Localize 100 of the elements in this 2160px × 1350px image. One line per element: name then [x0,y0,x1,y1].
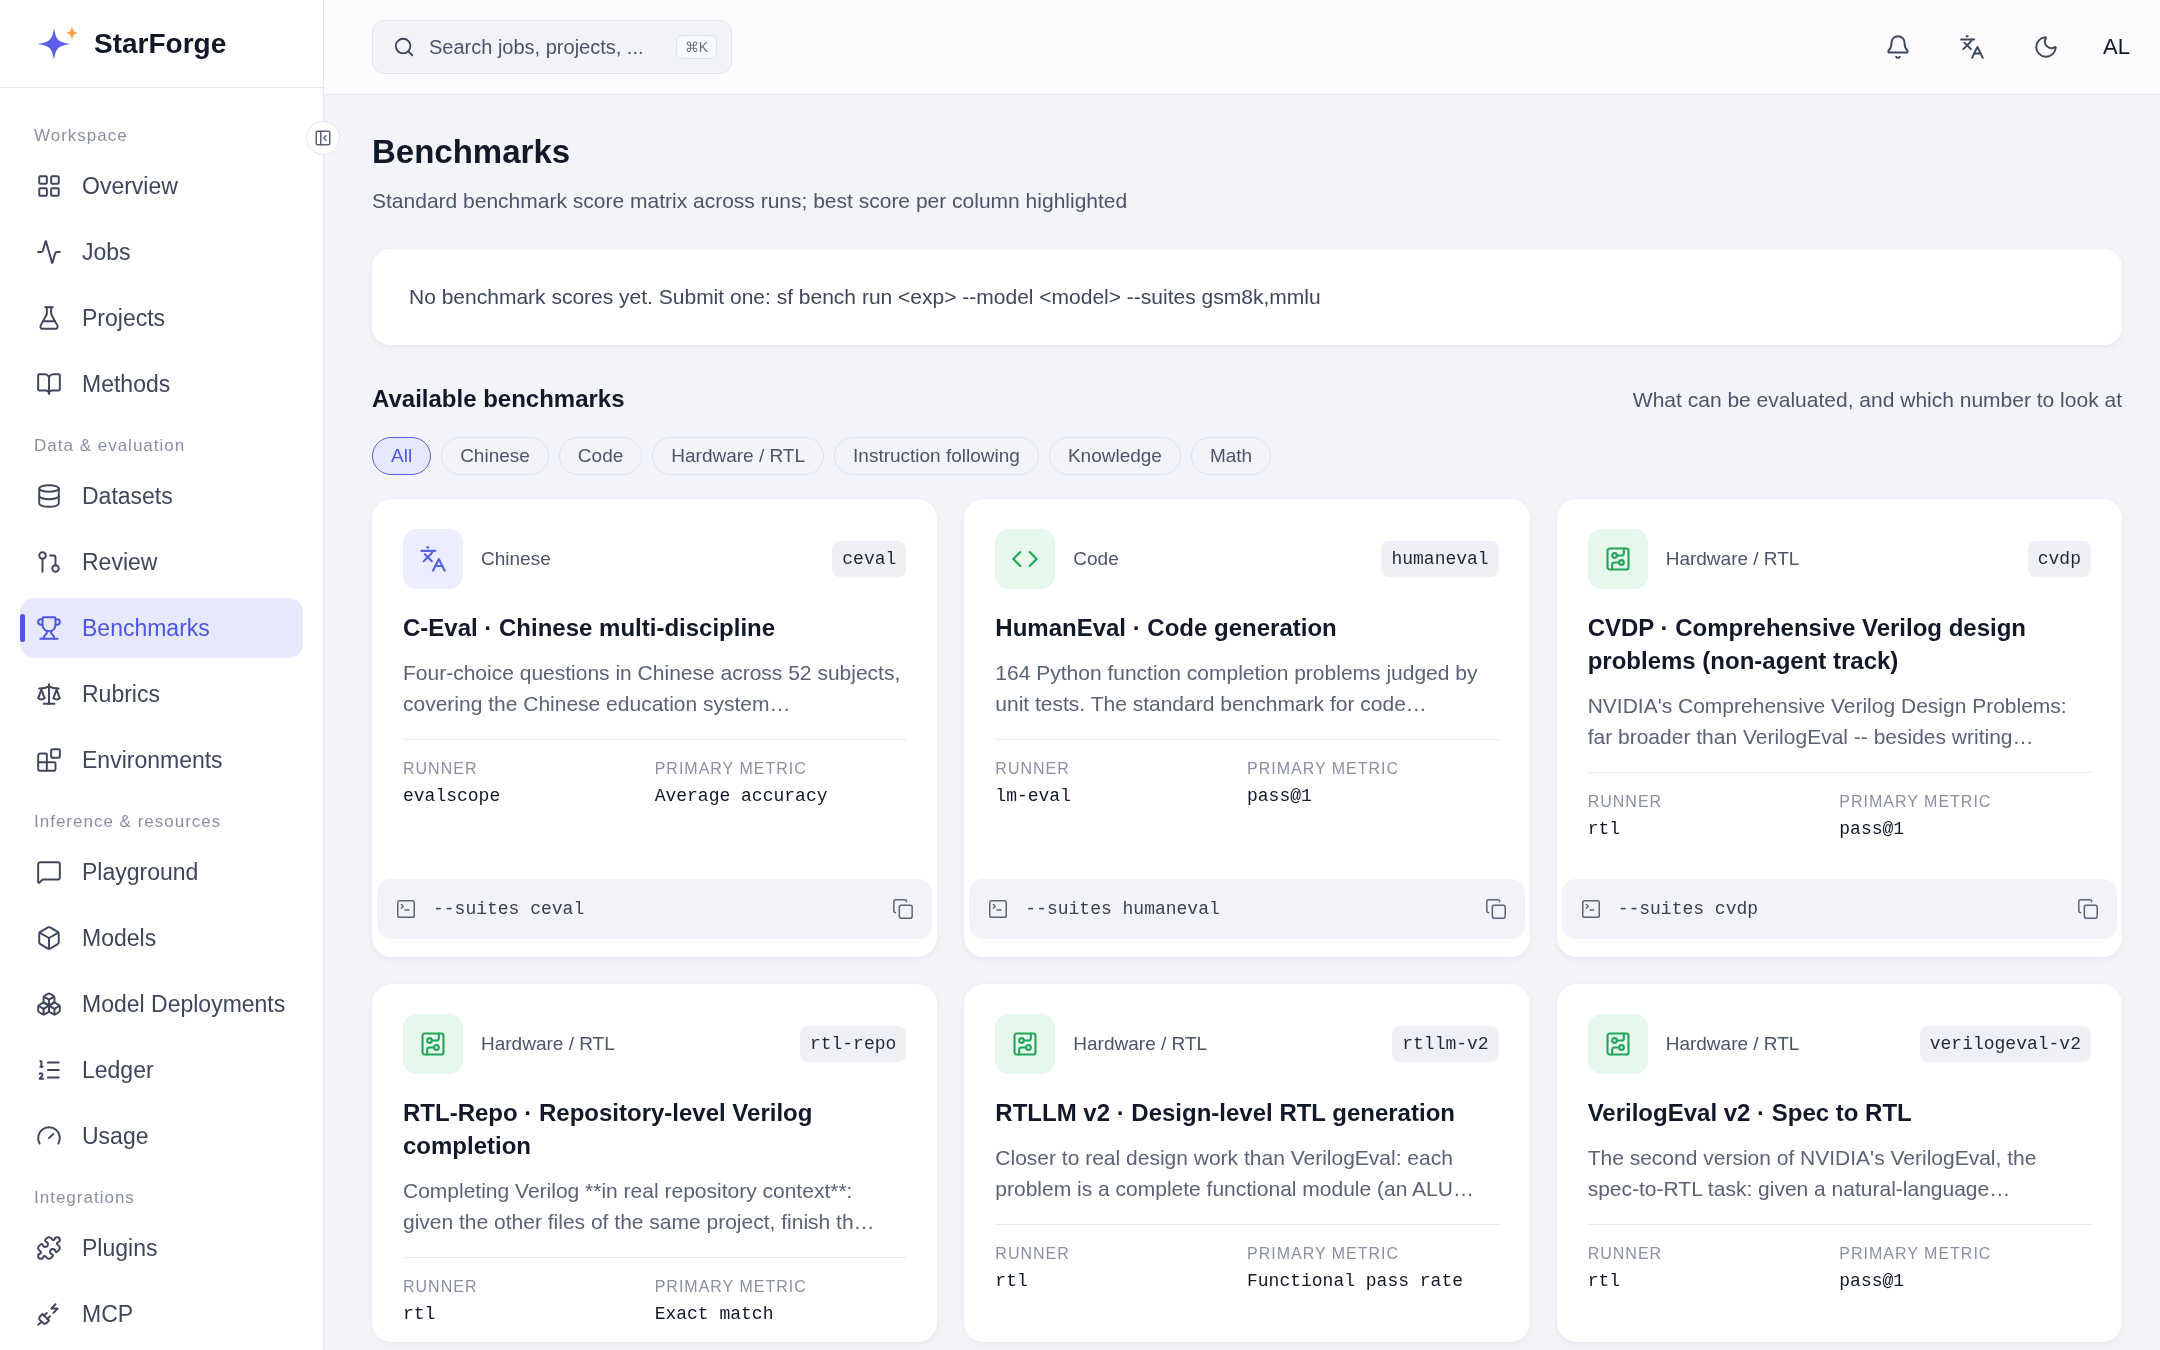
nav-item[interactable]: Usage [20,1106,303,1166]
card-category: Hardware / RTL [1665,548,1800,570]
database-icon [36,483,62,509]
user-initials[interactable]: AL [2103,34,2130,60]
runner-label: RUNNER [403,760,479,778]
nav-item[interactable]: Playground [20,842,303,902]
card-category: Hardware / RTL [1073,1033,1208,1056]
filter-chip[interactable]: Instruction following [834,437,1039,475]
nav-item[interactable]: Plugins [20,1218,303,1278]
filter-chip[interactable]: Code [558,437,643,475]
nav-section-title: Workspace [33,125,129,147]
trophy-icon [36,615,62,641]
nav-item[interactable]: Model Deployments [20,974,303,1034]
card-title: C-Eval · Chinese multi-discipline [403,613,777,643]
runner-value: evalscope [403,786,502,806]
nav-item[interactable]: Overview [20,156,303,216]
card-category: Code [1073,548,1119,570]
nav-item[interactable]: Jobs [20,222,303,282]
nav-item[interactable]: Benchmarks [20,598,303,658]
blocks-icon [36,747,62,773]
card-category: Hardware / RTL [1665,1033,1800,1056]
list-icon [36,1057,62,1083]
card-description: Completing Verilog **in real repository context**: given the other files of the same project, finish th… [403,1178,876,1235]
nav-item[interactable]: Ledger [20,1040,303,1100]
translate-icon [1959,34,1986,60]
nav-item[interactable]: Review [20,532,303,592]
runner-label: RUNNER [995,760,1071,778]
metric-label: PRIMARY METRIC [654,1278,808,1297]
translate-icon [419,545,447,573]
nav-item[interactable]: Rubrics [20,664,303,724]
card-description: The second version of NVIDIA's VerilogEval, the spec-to-RTL task: given a natural-language… [1587,1145,2038,1202]
runner-value: rtl [403,1304,437,1325]
circuit-icon [1603,1030,1632,1059]
section-title: Available benchmarks [372,385,625,413]
copy-button[interactable] [2077,898,2099,921]
benchmark-id: verilogeval-v2 [1919,1026,2091,1063]
puzzle-icon [36,1235,62,1261]
filter-chip[interactable]: Chinese [441,437,549,475]
command-text: --suites humaneval [1025,899,1220,920]
runner-value: rtl [995,1271,1029,1292]
card-description: Four-choice questions in Chinese across 52 subjects, covering the Chinese education system… [403,660,902,717]
pulse-icon [36,239,62,265]
bell-icon [1885,34,1912,60]
nav-section-title: Data & evaluation [33,435,187,457]
metric-label: PRIMARY METRIC [1839,1245,1993,1264]
metric-label: PRIMARY METRIC [1247,760,1401,778]
runner-value: rtl [1587,1271,1622,1292]
section-hint: What can be evaluated, and which number to look at [1632,388,2122,412]
grid-icon [36,173,62,199]
copy-icon [1484,898,1507,921]
metric-value: pass@1 [1839,819,1906,840]
nav-section-title: Inference & resources [33,811,223,833]
nav-item[interactable]: MCP [20,1284,303,1344]
command-text: --suites cvdp [1617,899,1759,920]
page-subtitle: Standard benchmark score matrix across runs; best score per column highlighted [372,189,1129,213]
search-field[interactable]: Search jobs, projects, ... ⌘K [372,20,732,74]
brand-name: StarForge [94,27,227,60]
copy-button[interactable] [1484,898,1507,921]
runner-label: RUNNER [403,1278,479,1297]
cube-icon [36,925,62,951]
scale-icon [36,681,62,707]
metric-label: PRIMARY METRIC [1247,1245,1401,1264]
copy-button[interactable] [892,898,915,921]
nav-item[interactable]: Models [20,908,303,968]
benchmark-id: cvdp [2027,541,2091,577]
filter-chip[interactable]: Hardware / RTL [652,437,825,475]
circuit-icon [419,1030,447,1059]
metric-label: PRIMARY METRIC [1839,793,1993,812]
search-icon [393,36,415,58]
moon-icon [2033,34,2060,60]
nav-item[interactable]: Datasets [20,466,303,526]
benchmark-id: rtllm-v2 [1392,1026,1499,1063]
runner-value: lm-eval [995,786,1072,806]
page-title: Benchmarks [372,133,572,171]
terminal-icon [1579,898,1602,921]
metric-value: pass@1 [1839,1271,1906,1292]
card-title: CVDP · Comprehensive Verilog design problems (non-agent track) [1587,613,2027,677]
cubes-icon [36,991,62,1017]
chat-icon [36,859,62,885]
filter-chip[interactable]: Math [1190,437,1272,475]
panel-collapse-icon [314,129,332,147]
card-category: Hardware / RTL [481,1033,615,1056]
card-title: VerilogEval v2 · Spec to RTL [1587,1098,1913,1129]
collapse-sidebar-button[interactable] [306,121,340,155]
card-description: 164 Python function completion problems judged by unit tests. The standard benchmark for code… [995,660,1479,717]
metric-value: pass@1 [1247,786,1313,806]
search-input[interactable]: Search jobs, projects, ... [427,34,664,60]
nav-item[interactable]: Methods [20,354,303,414]
runner-label: RUNNER [995,1245,1071,1264]
copy-icon [2077,898,2099,921]
filter-chip[interactable]: Knowledge [1048,437,1181,475]
filter-chip[interactable]: All [372,437,432,475]
card-description: Closer to real design work than VerilogEval: each problem is a complete functional module (an ALU… [995,1145,1475,1202]
runner-label: RUNNER [1587,1245,1664,1264]
copy-icon [892,898,915,921]
nav-item[interactable]: Projects [20,288,303,348]
card-title: RTLLM v2 · Design-level RTL generation [995,1098,1456,1129]
nav-item[interactable]: Environments [20,730,303,790]
card-description: NVIDIA's Comprehensive Verilog Design Problems: far broader than VerilogEval -- besides writing… [1587,693,2068,750]
book-icon [36,371,62,397]
